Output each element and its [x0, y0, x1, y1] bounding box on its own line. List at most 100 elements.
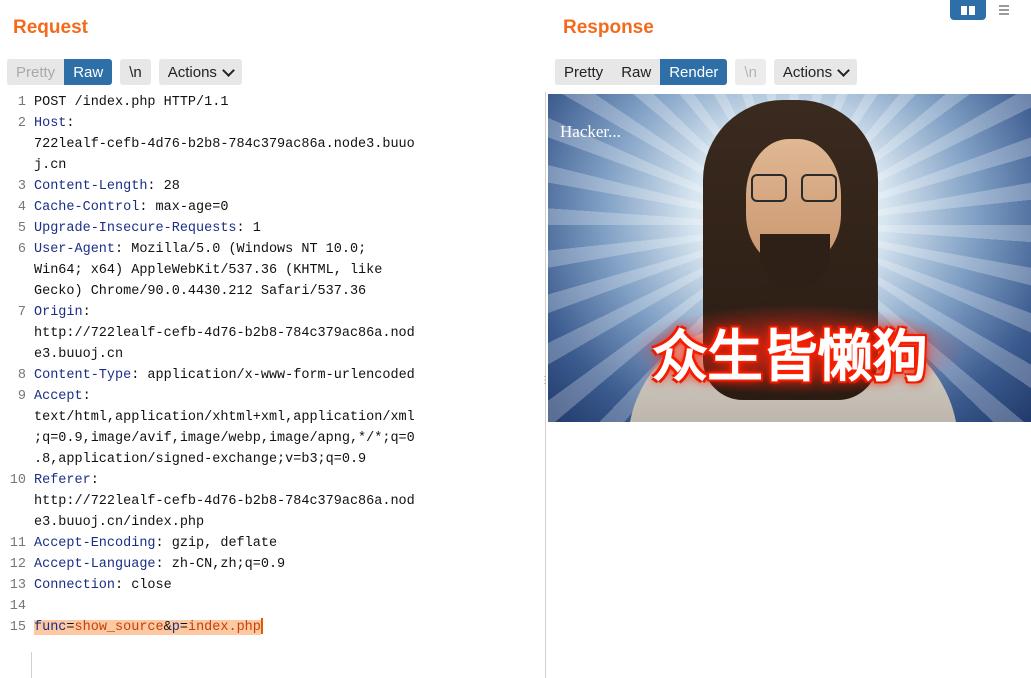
- header-value: .8,application/signed-exchange;v=b3;q=0.…: [34, 452, 367, 467]
- header-key: Accept-Encoding: [34, 536, 156, 551]
- line-number: [0, 449, 34, 470]
- header-value: max-age=0: [147, 200, 229, 215]
- request-line: 8 Content-Type: application/x-www-form-ur…: [0, 365, 545, 386]
- line-number: 11: [9, 536, 26, 551]
- line-content: http://722lealf-cefb-4d76-b2b8-784c379ac…: [34, 491, 534, 512]
- line-number: [0, 281, 34, 302]
- request-line: 6 User-Agent: Mozilla/5.0 (Windows NT 10.…: [0, 239, 545, 260]
- line-content: Upgrade-Insecure-Requests: 1: [34, 218, 534, 239]
- header-value: gzip, deflate: [163, 536, 278, 551]
- header-value: close: [123, 578, 172, 593]
- header-value: 28: [155, 179, 180, 194]
- line-number: 13: [9, 578, 26, 593]
- line-number: 12: [9, 557, 26, 572]
- header-value: 1: [244, 221, 261, 236]
- request-newline-toggle[interactable]: \n: [120, 59, 151, 85]
- line-number: [0, 155, 34, 176]
- request-line: 13 Connection: close: [0, 575, 545, 596]
- request-line: 7 Origin:: [0, 302, 545, 323]
- line-content: Accept-Language: zh-CN,zh;q=0.9: [34, 554, 534, 575]
- header-value: text/html,application/xhtml+xml,applicat…: [34, 410, 415, 425]
- layout-toggle: [950, 0, 1022, 20]
- line-content: POST /index.php HTTP/1.1: [34, 92, 534, 113]
- request-actions-label: Actions: [167, 63, 217, 81]
- line-number: 15: [9, 620, 26, 635]
- request-line: 1 POST /index.php HTTP/1.1: [0, 92, 545, 113]
- header-separator: :: [82, 305, 91, 320]
- request-line: 722lealf-cefb-4d76-b2b8-784c379ac86a.nod…: [0, 134, 545, 155]
- header-value: j.cn: [34, 158, 67, 173]
- chevron-down-icon: [222, 63, 235, 77]
- header-key: Content-Length: [34, 179, 148, 194]
- request-actions-menu[interactable]: Actions: [158, 59, 242, 85]
- line-number: 10: [9, 473, 26, 488]
- request-editor[interactable]: 1 POST /index.php HTTP/1.1 2 Host: 722lealf-…: [0, 92, 546, 678]
- header-separator: :: [236, 221, 245, 236]
- header-value: zh-CN,zh;q=0.9: [163, 557, 286, 572]
- request-line: Win64; x64) AppleWebKit/537.36 (KHTML, l…: [0, 260, 545, 281]
- line-number: 9: [17, 389, 26, 404]
- request-raw-tab[interactable]: Raw: [64, 59, 113, 85]
- line-content: Referer:: [34, 470, 534, 491]
- response-render-tab[interactable]: Render: [660, 59, 728, 85]
- response-actions-menu[interactable]: Actions: [773, 59, 858, 85]
- line-content: ;q=0.9,image/avif,image/webp,image/apng,…: [34, 428, 534, 449]
- gutter-divider: [31, 652, 32, 678]
- header-separator: :: [66, 116, 75, 131]
- request-line: j.cn: [0, 155, 545, 176]
- line-number: [0, 344, 34, 365]
- line-content: Gecko) Chrome/90.0.4430.212 Safari/537.3…: [34, 281, 534, 302]
- header-separator: :: [115, 578, 124, 593]
- header-key: Upgrade-Insecure-Requests: [34, 221, 237, 236]
- line-number: 7: [17, 305, 26, 320]
- request-line: 4 Cache-Control: max-age=0: [0, 197, 545, 218]
- line-content: .8,application/signed-exchange;v=b3;q=0.…: [34, 449, 534, 470]
- line-content: Origin:: [34, 302, 534, 323]
- side-by-side-layout-button[interactable]: [950, 0, 986, 20]
- hacker-text: Hacker...: [560, 122, 621, 141]
- chevron-down-icon: [837, 63, 850, 77]
- request-body-line: 15 func=show_source&p=index.php: [0, 617, 545, 638]
- response-render-view: 众生皆懒狗 Hacker...: [548, 94, 1031, 422]
- request-line: 12 Accept-Language: zh-CN,zh;q=0.9: [0, 554, 545, 575]
- request-pretty-tab[interactable]: Pretty: [7, 59, 65, 85]
- text-cursor: [260, 618, 263, 635]
- stacked-layout-button[interactable]: [986, 0, 1022, 20]
- line-content: 722lealf-cefb-4d76-b2b8-784c379ac86a.nod…: [34, 134, 534, 155]
- glasses-left-icon: [751, 174, 787, 202]
- line-number: 14: [9, 599, 26, 614]
- header-separator: :: [82, 389, 91, 404]
- line-content: e3.buuoj.cn/index.php: [34, 512, 534, 533]
- response-pretty-tab[interactable]: Pretty: [555, 59, 613, 85]
- line-content: [34, 596, 534, 617]
- header-value: Mozilla/5.0 (Windows NT 10.0;: [123, 242, 367, 257]
- header-value: POST /index.php HTTP/1.1: [34, 95, 229, 110]
- header-value: http://722lealf-cefb-4d76-b2b8-784c379ac…: [34, 326, 415, 341]
- line-number: [0, 134, 34, 155]
- pane-resize-handle-icon[interactable]: ⋮: [540, 376, 550, 398]
- header-key: Accept-Language: [34, 557, 156, 572]
- line-content: Accept:: [34, 386, 534, 407]
- line-content: e3.buuoj.cn: [34, 344, 534, 365]
- request-line: 3 Content-Length: 28: [0, 176, 545, 197]
- response-newline-toggle[interactable]: \n: [735, 59, 766, 85]
- request-line: 5 Upgrade-Insecure-Requests: 1: [0, 218, 545, 239]
- columns-icon: [961, 5, 975, 15]
- line-content: Content-Length: 28: [34, 176, 534, 197]
- line-number: 4: [17, 200, 26, 215]
- response-actions-label: Actions: [782, 63, 833, 81]
- line-content: Accept-Encoding: gzip, deflate: [34, 533, 534, 554]
- line-content: Cache-Control: max-age=0: [34, 197, 534, 218]
- header-value: application/x-www-form-urlencoded: [139, 368, 415, 383]
- line-content: http://722lealf-cefb-4d76-b2b8-784c379ac…: [34, 323, 534, 344]
- response-view-tabs: Pretty Raw Render: [555, 59, 728, 85]
- line-content: Win64; x64) AppleWebKit/537.36 (KHTML, l…: [34, 260, 534, 281]
- line-content: Content-Type: application/x-www-form-url…: [34, 365, 534, 386]
- rows-icon: [999, 3, 1009, 17]
- line-number: 5: [17, 221, 26, 236]
- header-separator: :: [155, 557, 164, 572]
- line-number: 1: [17, 95, 26, 110]
- request-line: 2 Host:: [0, 113, 545, 134]
- response-raw-tab[interactable]: Raw: [612, 59, 661, 85]
- header-value: http://722lealf-cefb-4d76-b2b8-784c379ac…: [34, 494, 415, 509]
